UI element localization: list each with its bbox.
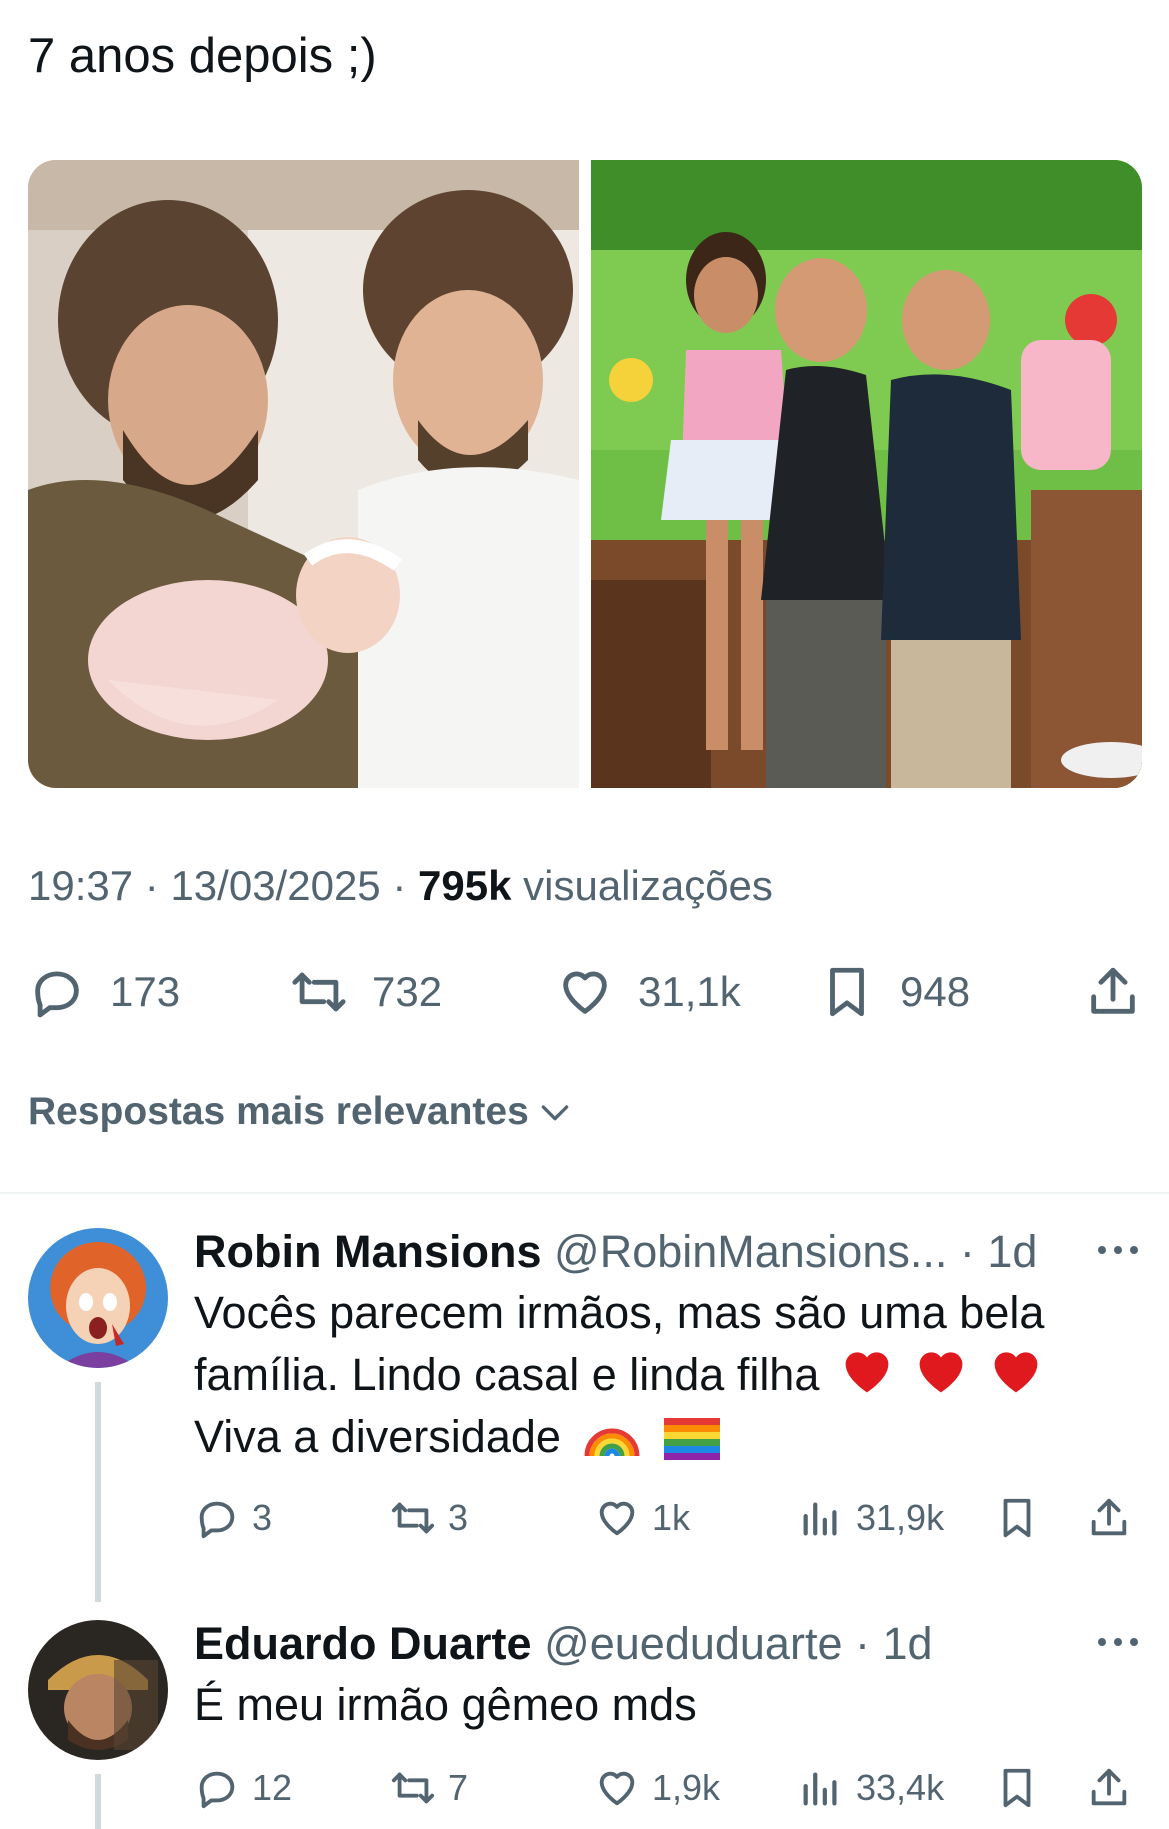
share-button[interactable]: [1086, 1762, 1132, 1814]
divider: [0, 1192, 1169, 1194]
red-heart-emoji-icon: [845, 1352, 889, 1393]
reply-item[interactable]: Eduardo Duarte @eueduduarte · 1d É meu i…: [0, 1614, 1169, 1829]
tweet-media: [28, 160, 1142, 788]
reply-time[interactable]: 1d: [883, 1618, 933, 1669]
more-icon[interactable]: [1095, 1632, 1141, 1652]
bookmark-icon: [1003, 1498, 1031, 1538]
bookmark-button[interactable]: [994, 1762, 1040, 1814]
reply-icon: [199, 1771, 235, 1809]
reply-text-line: família. Lindo casal e linda filha: [194, 1344, 1124, 1406]
like-count: 31,1k: [638, 968, 741, 1015]
like-count: 1,9k: [652, 1767, 721, 1808]
bookmark-icon: [1003, 1768, 1031, 1808]
share-icon: [1091, 967, 1135, 1014]
retweet-button[interactable]: 7: [390, 1762, 468, 1814]
retweet-button[interactable]: 732: [290, 960, 442, 1024]
share-button[interactable]: [1086, 1492, 1132, 1544]
avatar[interactable]: [28, 1620, 168, 1760]
reply-author-handle[interactable]: @eueduduarte: [544, 1618, 842, 1669]
reply-text-span: família. Lindo casal e linda filha: [194, 1349, 820, 1400]
reply-header: Robin Mansions @RobinMansions... · 1d: [194, 1222, 1037, 1282]
retweet-icon: [391, 1772, 435, 1804]
photo-restaurant[interactable]: [591, 160, 1142, 788]
tweet-action-bar: 173 732 31,1k 948: [28, 960, 1142, 1024]
retweet-count: 732: [372, 968, 443, 1015]
thread-line: [95, 1774, 101, 1829]
reply-action-bar: 3 3 1k 31,9k: [194, 1492, 1144, 1544]
retweet-icon: [391, 1502, 435, 1534]
retweet-icon: [292, 972, 346, 1012]
reply-count: 3: [252, 1497, 273, 1538]
reply-text: É meu irmão gêmeo mds: [194, 1674, 1124, 1736]
like-button[interactable]: 1k: [594, 1492, 690, 1544]
thread-line: [95, 1382, 101, 1602]
reply-item[interactable]: Robin Mansions @RobinMansions... · 1d Vo…: [0, 1222, 1169, 1602]
like-count: 1k: [652, 1497, 691, 1538]
reply-author-handle[interactable]: @RobinMansions...: [554, 1226, 947, 1277]
reply-text-line: Vocês parecem irmãos, mas são uma bela: [194, 1287, 1045, 1338]
meta-separator: ·: [392, 862, 407, 909]
views-count[interactable]: 795k: [418, 862, 511, 909]
heart-icon: [563, 971, 607, 1014]
retweet-count: 7: [448, 1767, 469, 1808]
rainbow-flag-emoji-icon: [663, 1418, 720, 1460]
photo-baby[interactable]: [28, 160, 579, 788]
tweet-time: 19:37: [28, 862, 134, 909]
avatar[interactable]: [28, 1228, 168, 1368]
heart-icon: [599, 1771, 635, 1806]
retweet-button[interactable]: 3: [390, 1492, 468, 1544]
share-icon: [1091, 1768, 1127, 1806]
reply-icon: [35, 971, 79, 1018]
tweet-text: 7 anos depois ;): [28, 29, 377, 83]
reply-icon: [199, 1501, 235, 1539]
bookmark-count: 948: [900, 968, 971, 1015]
red-heart-emoji-icon: [994, 1352, 1038, 1393]
reply-time[interactable]: 1d: [987, 1226, 1037, 1277]
views-label: visualizações: [523, 862, 773, 909]
reply-action-bar: 12 7 1,9k 33,4k: [194, 1762, 1144, 1814]
views-count: 33,4k: [856, 1767, 945, 1808]
reply-author-name[interactable]: Eduardo Duarte: [194, 1618, 532, 1669]
reply-text-line: Viva a diversidade: [194, 1406, 1124, 1468]
sort-label: Respostas mais relevantes: [28, 1090, 529, 1133]
reply-header: Eduardo Duarte @eueduduarte · 1d: [194, 1614, 933, 1674]
views-icon: [803, 1502, 837, 1536]
rainbow-emoji-icon: [584, 1428, 640, 1457]
bookmark-icon: [830, 967, 864, 1017]
like-button[interactable]: 31,1k: [556, 960, 741, 1024]
bookmark-button[interactable]: 948: [818, 960, 970, 1024]
meta-separator: ·: [144, 862, 159, 909]
tweet-meta: 19:37 · 13/03/2025 · 795k visualizações: [28, 858, 773, 914]
retweet-count: 3: [448, 1497, 469, 1538]
reply-button[interactable]: 12: [194, 1762, 292, 1814]
chevron-down-icon: [541, 1105, 569, 1121]
reply-button[interactable]: 173: [28, 960, 180, 1024]
red-heart-emoji-icon: [920, 1352, 963, 1393]
views-count: 31,9k: [856, 1497, 945, 1538]
views-button[interactable]: 33,4k: [798, 1762, 944, 1814]
share-button[interactable]: [1084, 960, 1142, 1024]
header-separator: ·: [855, 1618, 870, 1669]
reply-count: 173: [110, 968, 181, 1015]
like-button[interactable]: 1,9k: [594, 1762, 720, 1814]
replies-sort-selector[interactable]: Respostas mais relevantes: [28, 1090, 575, 1134]
reply-author-name[interactable]: Robin Mansions: [194, 1226, 542, 1277]
more-icon[interactable]: [1095, 1240, 1141, 1260]
reply-text-line: É meu irmão gêmeo mds: [194, 1679, 697, 1730]
reply-text: Vocês parecem irmãos, mas são uma bela f…: [194, 1282, 1124, 1468]
header-separator: ·: [959, 1226, 975, 1277]
share-icon: [1091, 1498, 1127, 1536]
views-button[interactable]: 31,9k: [798, 1492, 944, 1544]
heart-icon: [599, 1501, 635, 1536]
reply-count: 12: [252, 1767, 293, 1808]
reply-text-span: Viva a diversidade: [194, 1411, 561, 1462]
reply-button[interactable]: 3: [194, 1492, 272, 1544]
bookmark-button[interactable]: [994, 1492, 1040, 1544]
views-icon: [803, 1772, 837, 1806]
tweet-date: 13/03/2025: [170, 862, 381, 909]
